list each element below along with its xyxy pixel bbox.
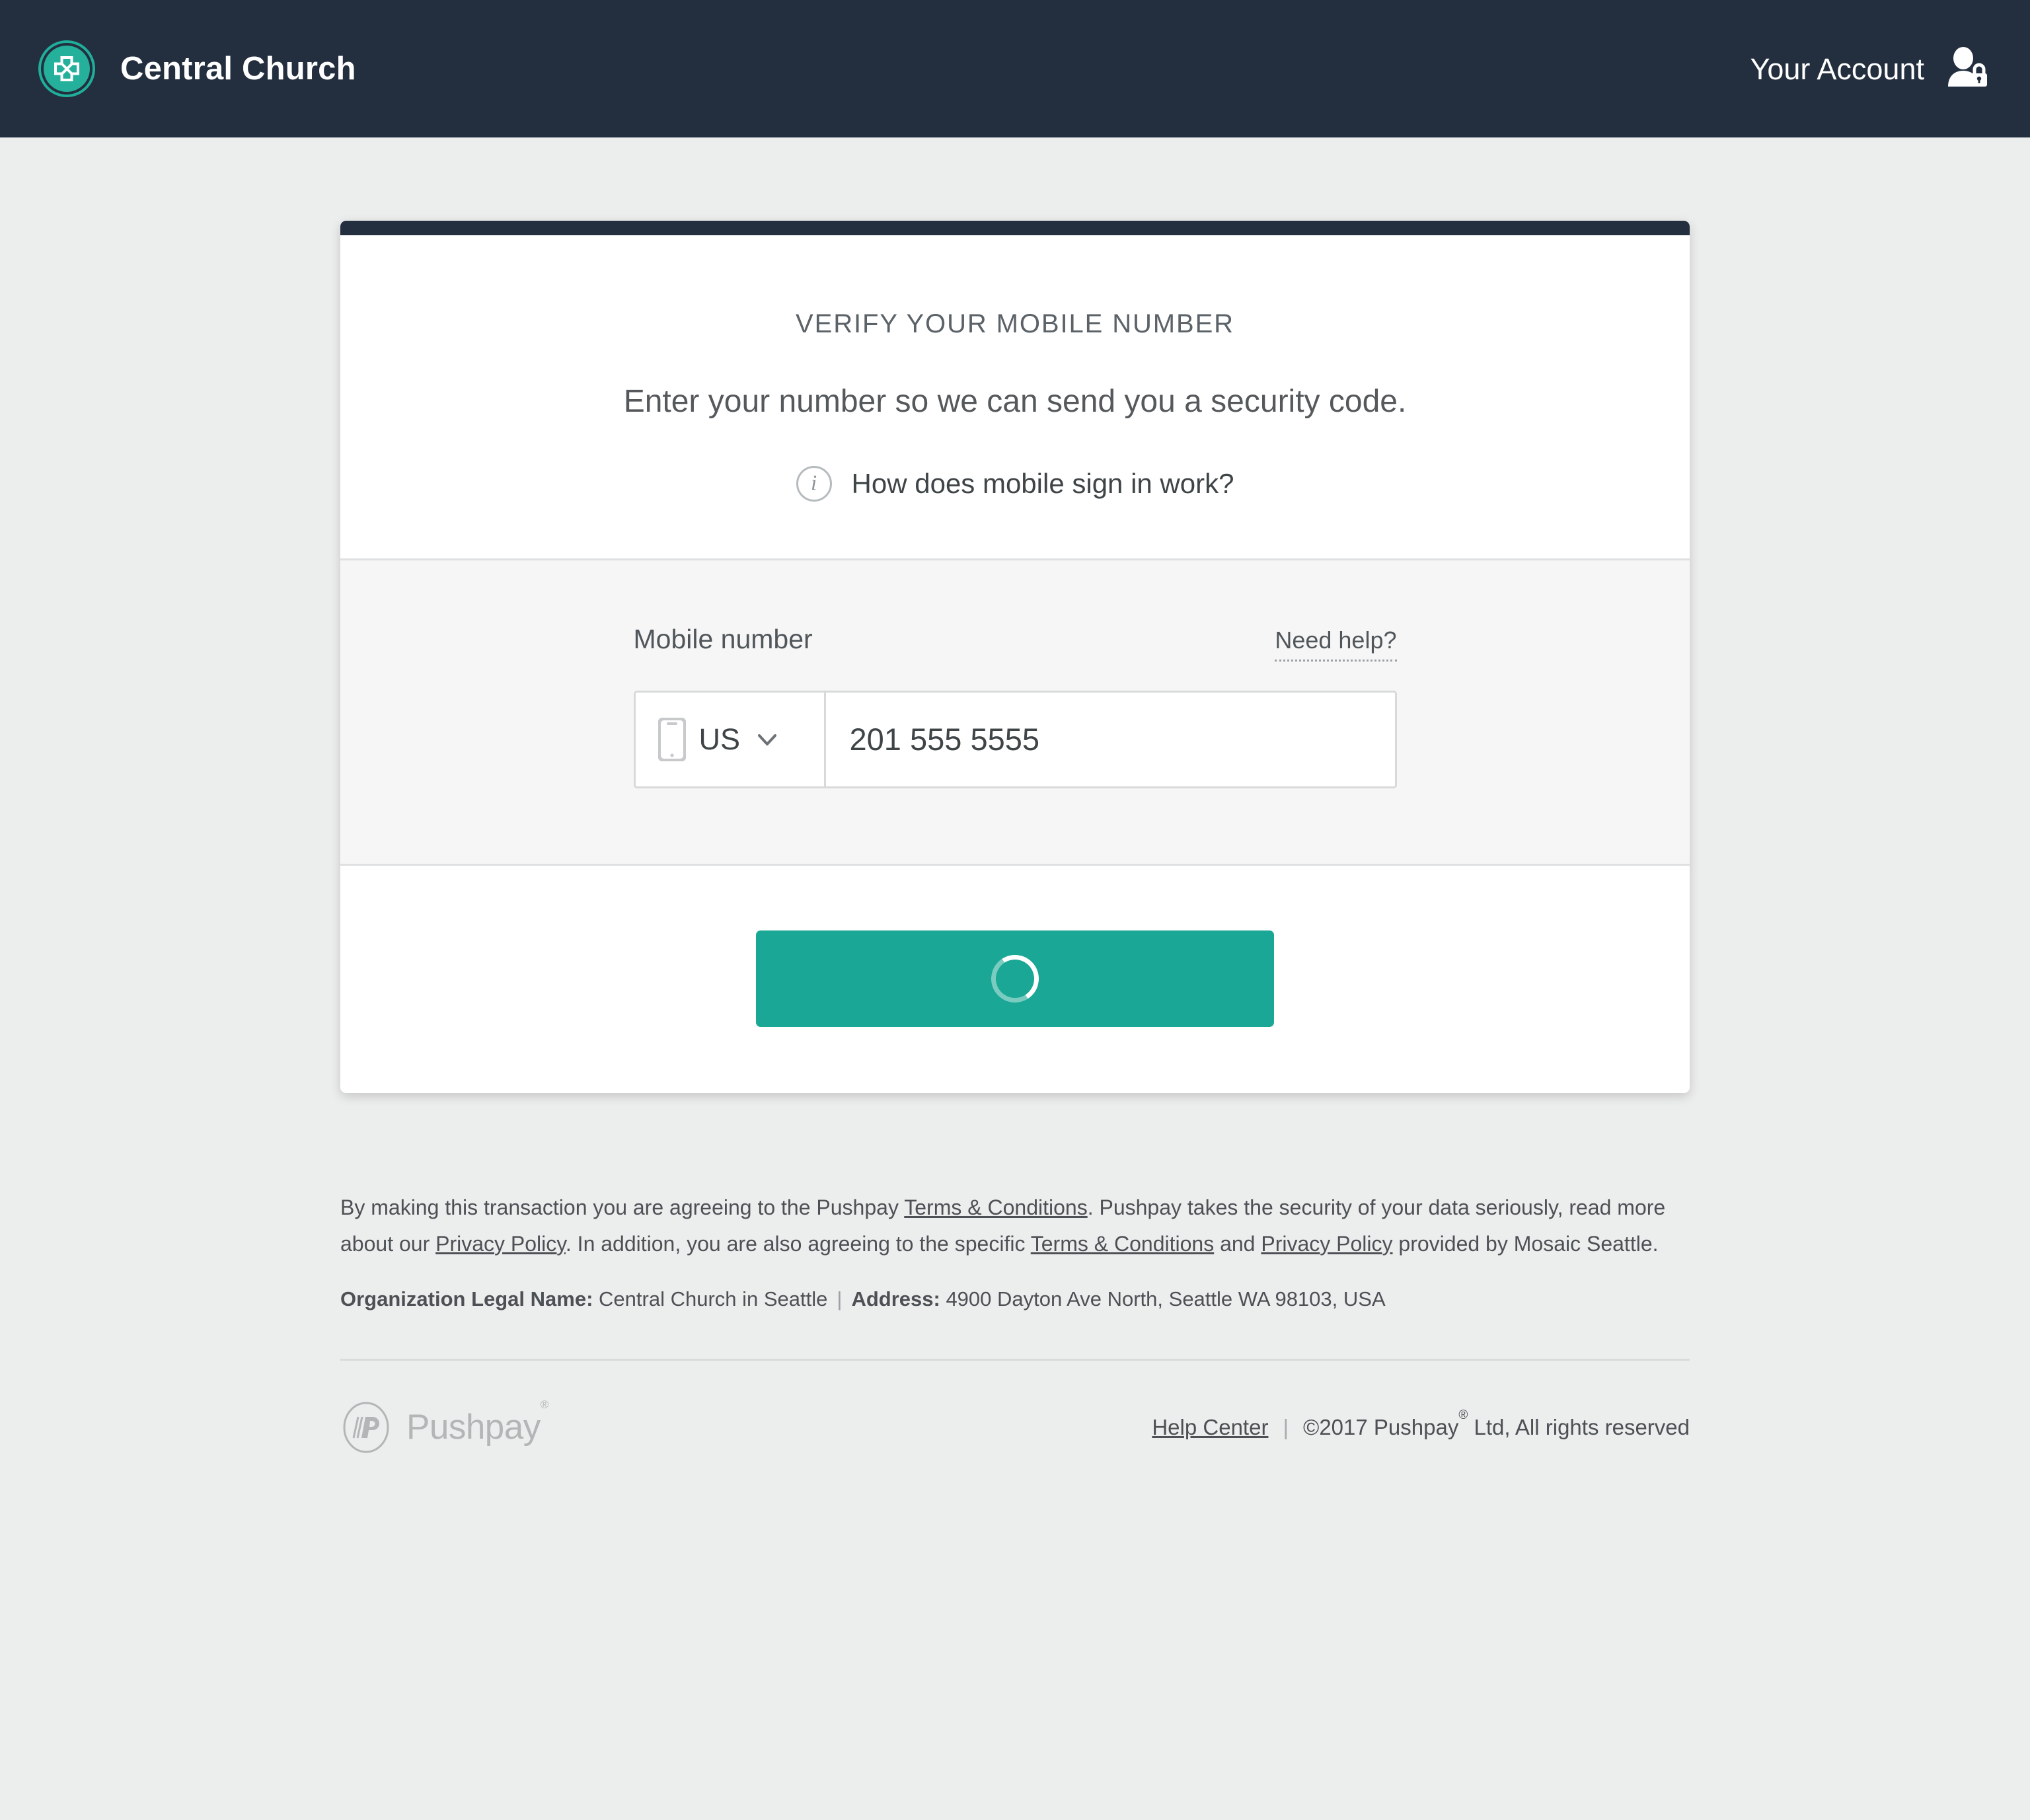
top-navigation-bar: Central Church Your Account [0, 0, 2030, 137]
info-circle-icon: i [796, 465, 832, 502]
form-inner: Mobile number Need help? US [633, 624, 1397, 788]
phone-input-group: US [633, 690, 1397, 788]
verify-mobile-card: VERIFY YOUR MOBILE NUMBER Enter your num… [340, 221, 1690, 1093]
legal-separator: | [837, 1287, 843, 1310]
country-code-select[interactable]: US [636, 692, 826, 786]
terms-text-1: By making this transaction you are agree… [340, 1195, 905, 1219]
copyright-text-1: ©2017 Pushpay [1303, 1414, 1459, 1439]
terms-conditions-link-2[interactable]: Terms & Conditions [1031, 1232, 1214, 1256]
terms-conditions-link-1[interactable]: Terms & Conditions [904, 1195, 1087, 1219]
terms-text-5: provided by Mosaic Seattle. [1392, 1231, 1659, 1256]
church-cross-logo-icon [38, 40, 95, 97]
mobile-number-form-section: Mobile number Need help? US [340, 558, 1690, 866]
organization-name: Central Church [120, 50, 356, 87]
pushpay-brand: Pushpay® [340, 1398, 548, 1453]
organization-details-line: Organization Legal Name: Central Church … [340, 1287, 1690, 1311]
mobile-phone-icon [658, 717, 686, 761]
submit-button[interactable] [756, 930, 1274, 1027]
pushpay-registered-mark: ® [540, 1398, 549, 1411]
your-account-button[interactable]: Your Account [1750, 44, 1990, 93]
user-lock-icon [1948, 47, 1987, 87]
how-mobile-signin-works-link[interactable]: i How does mobile sign in work? [796, 465, 1234, 502]
page-footer: Pushpay® Help Center | ©2017 Pushpay® Lt… [340, 1358, 1690, 1453]
help-center-link[interactable]: Help Center [1152, 1415, 1268, 1440]
page-title: VERIFY YOUR MOBILE NUMBER [796, 309, 1234, 338]
mobile-number-label: Mobile number [633, 623, 813, 654]
your-account-label: Your Account [1750, 52, 1924, 86]
copyright-registered-mark: ® [1458, 1408, 1468, 1422]
form-label-row: Mobile number Need help? [634, 624, 1397, 662]
address-label: Address: [851, 1287, 940, 1310]
chevron-down-icon [758, 734, 777, 745]
country-code-value: US [698, 722, 741, 756]
privacy-policy-link-2[interactable]: Privacy Policy [1261, 1232, 1392, 1256]
footer-separator: | [1283, 1414, 1289, 1439]
card-accent-strip [340, 221, 1690, 235]
pushpay-wordmark: Pushpay® [406, 1398, 548, 1447]
card-action-section [340, 865, 1690, 1093]
brand-block[interactable]: Central Church [38, 40, 356, 97]
pushpay-logo-icon [343, 1402, 389, 1453]
pushpay-wordmark-text: Pushpay [406, 1408, 541, 1447]
copyright-text-2: Ltd, All rights reserved [1468, 1414, 1690, 1439]
address-value: 4900 Dayton Ave North, Seattle WA 98103,… [946, 1287, 1386, 1310]
need-help-link[interactable]: Need help? [1275, 626, 1397, 662]
mobile-number-input[interactable] [825, 692, 1395, 786]
organization-legal-name-value: Central Church in Seattle [599, 1287, 828, 1310]
terms-text-4: and [1214, 1231, 1261, 1256]
footer-links: Help Center | ©2017 Pushpay® Ltd, All ri… [1152, 1408, 1690, 1440]
page-body: VERIFY YOUR MOBILE NUMBER Enter your num… [0, 221, 2030, 1453]
privacy-policy-link-1[interactable]: Privacy Policy [435, 1232, 566, 1256]
legal-text-block: By making this transaction you are agree… [340, 1190, 1690, 1311]
terms-text-3: . In addition, you are also agreeing to … [565, 1231, 1031, 1256]
copyright-notice: ©2017 Pushpay® Ltd, All rights reserved [1303, 1408, 1690, 1440]
how-mobile-signin-works-label: How does mobile sign in work? [851, 467, 1234, 499]
card-subtitle: Enter your number so we can send you a s… [623, 384, 1407, 419]
loading-spinner-icon [987, 950, 1043, 1007]
card-header-section: VERIFY YOUR MOBILE NUMBER Enter your num… [340, 235, 1690, 558]
organization-legal-name-label: Organization Legal Name: [340, 1287, 593, 1310]
terms-paragraph: By making this transaction you are agree… [340, 1190, 1690, 1262]
